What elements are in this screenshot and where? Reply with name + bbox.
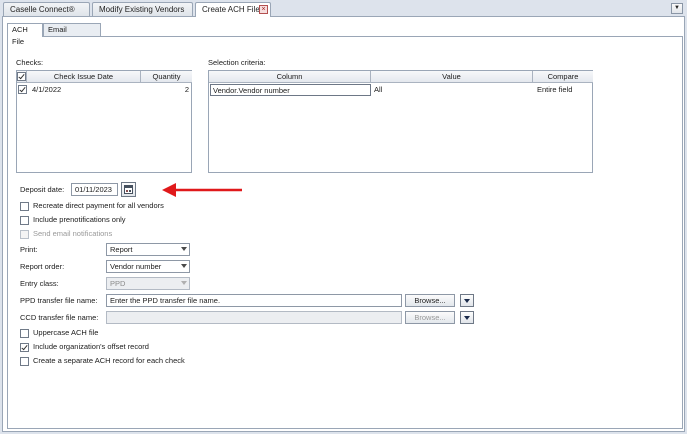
deposit-date-input[interactable]: 01/11/2023 <box>71 183 118 196</box>
calendar-icon <box>124 185 133 194</box>
send-email-notifications-label: Send email notifications <box>33 229 113 238</box>
ccd-transfer-file-label: CCD transfer file name: <box>20 313 99 322</box>
include-prenotifications-label: Include prenotifications only <box>33 215 126 224</box>
report-order-value: Vendor number <box>110 262 162 271</box>
chevron-down-icon <box>181 264 187 268</box>
tab-list-dropdown-button[interactable]: ▼ <box>671 3 683 14</box>
separate-ach-record-label: Create a separate ACH record for each ch… <box>33 356 185 365</box>
entry-class-value: PPD <box>110 279 126 288</box>
report-order-label: Report order: <box>20 262 65 271</box>
ach-file-panel: Checks: Check Issue Date Quantity 4/1/20… <box>7 36 683 429</box>
column-header-quantity[interactable]: Quantity <box>141 71 192 83</box>
ppd-options-dropdown-button[interactable] <box>460 294 474 307</box>
criteria-column-cell[interactable]: Vendor.Vendor number <box>210 84 371 96</box>
uppercase-ach-checkbox[interactable] <box>20 329 29 338</box>
criteria-compare-cell[interactable]: Entire field <box>537 84 572 95</box>
recreate-direct-payment-label: Recreate direct payment for all vendors <box>33 201 164 210</box>
select-all-checkbox[interactable] <box>17 72 26 81</box>
quantity-cell[interactable]: 2 <box>141 84 189 95</box>
include-offset-record-checkbox[interactable] <box>20 343 29 352</box>
deposit-date-label: Deposit date: <box>20 185 65 194</box>
ccd-options-dropdown-button[interactable] <box>460 311 474 324</box>
selection-criteria-label: Selection criteria: <box>208 58 266 67</box>
report-order-select[interactable]: Vendor number <box>106 260 190 273</box>
column-header-check-issue-date[interactable]: Check Issue Date <box>27 71 141 83</box>
tab-label: Modify Existing Vendors <box>99 5 185 14</box>
recreate-direct-payment-checkbox[interactable] <box>20 202 29 211</box>
chevron-down-icon <box>464 299 470 303</box>
tab-label: Create ACH File <box>202 5 260 14</box>
chevron-down-icon <box>464 316 470 320</box>
column-header-value[interactable]: Value <box>371 71 533 83</box>
annotation-arrow-icon <box>162 183 242 197</box>
entry-class-select[interactable]: PPD <box>106 277 190 290</box>
check-issue-date-cell[interactable]: 4/1/2022 <box>32 84 61 95</box>
checks-label: Checks: <box>16 58 44 67</box>
send-email-notifications-checkbox[interactable] <box>20 230 29 239</box>
separate-ach-record-checkbox[interactable] <box>20 357 29 366</box>
tab-email-template[interactable]: Email Template <box>43 23 101 46</box>
ppd-transfer-file-label: PPD transfer file name: <box>20 296 98 305</box>
print-value: Report <box>110 245 133 254</box>
select-all-header[interactable] <box>17 71 27 83</box>
ppd-browse-button[interactable]: Browse... <box>405 294 455 307</box>
main-window: ACH File Email Template Checks: Check Is… <box>2 16 685 432</box>
selection-criteria-grid[interactable]: Column Value Compare Vendor.Vendor numbe… <box>208 70 593 173</box>
tab-create-ach-file[interactable]: Create ACH File × <box>195 2 271 17</box>
chevron-down-icon <box>181 281 187 285</box>
close-icon[interactable]: × <box>259 5 268 14</box>
uppercase-ach-label: Uppercase ACH file <box>33 328 99 337</box>
ppd-transfer-file-input[interactable]: Enter the PPD transfer file name. <box>106 294 402 307</box>
tab-caselle-connect[interactable]: Caselle Connect® <box>3 2 90 16</box>
include-offset-record-label: Include organization's offset record <box>33 342 149 351</box>
chevron-down-icon <box>181 247 187 251</box>
row-checkbox[interactable] <box>18 85 27 94</box>
include-prenotifications-checkbox[interactable] <box>20 216 29 225</box>
ccd-transfer-file-input[interactable] <box>106 311 402 324</box>
print-select[interactable]: Report <box>106 243 190 256</box>
calendar-button[interactable] <box>121 182 136 197</box>
checks-grid[interactable]: Check Issue Date Quantity 4/1/2022 2 <box>16 70 192 173</box>
tab-ach-file[interactable]: ACH File <box>7 23 43 46</box>
ccd-browse-button[interactable]: Browse... <box>405 311 455 324</box>
print-label: Print: <box>20 245 38 254</box>
entry-class-label: Entry class: <box>20 279 59 288</box>
tab-label: Caselle Connect® <box>10 5 75 14</box>
column-header-compare[interactable]: Compare <box>533 71 593 83</box>
column-header-column[interactable]: Column <box>209 71 371 83</box>
criteria-value-cell[interactable]: All <box>374 84 382 95</box>
tab-modify-existing-vendors[interactable]: Modify Existing Vendors <box>92 2 193 16</box>
